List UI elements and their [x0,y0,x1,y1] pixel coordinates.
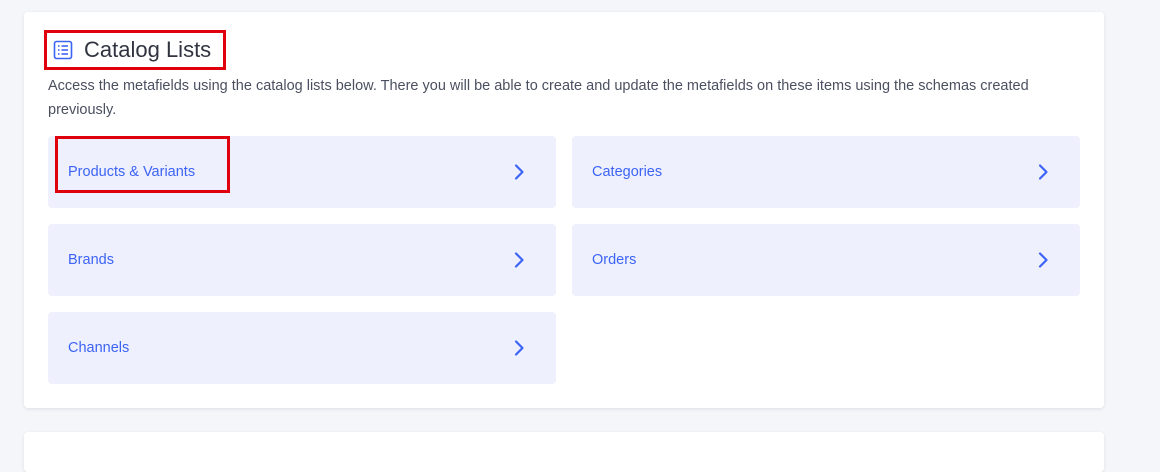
tile-brands[interactable]: Brands [48,224,556,296]
tile-categories[interactable]: Categories [572,136,1080,208]
catalog-lists-heading: Catalog Lists [44,30,226,70]
tile-label-products-variants: Products & Variants [68,164,196,180]
page-title: Catalog Lists [84,37,212,62]
list-icon [52,39,74,61]
tile-label-brands: Brands [68,252,114,268]
catalog-description: Access the metafields using the catalog … [48,78,1029,118]
next-card [24,432,1104,472]
tile-label-orders: Orders [592,252,637,268]
chevron-right-icon [1038,164,1048,180]
tile-channels[interactable]: Channels [48,312,556,384]
chevron-right-icon [514,164,524,180]
tile-orders[interactable]: Orders [572,224,1080,296]
chevron-right-icon [514,252,524,268]
tile-label-categories: Categories [592,164,663,180]
chevron-right-icon [514,340,524,356]
chevron-right-icon [1038,252,1048,268]
tile-products-variants[interactable]: Products & Variants [48,136,556,208]
tile-label-channels: Channels [68,340,130,356]
